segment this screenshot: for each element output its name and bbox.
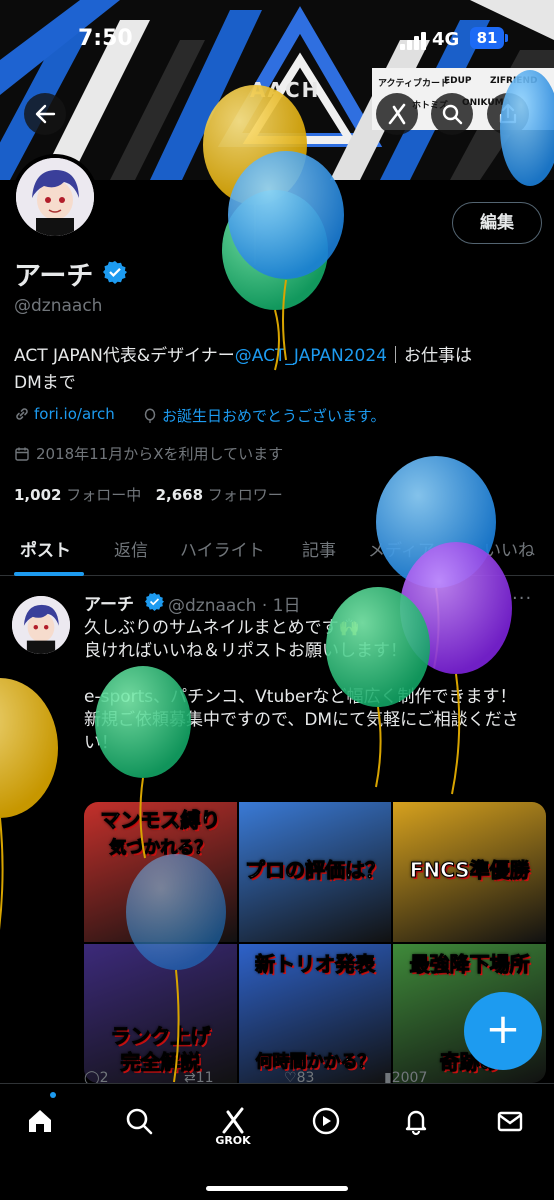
following-link[interactable]: 1,002 フォロー中 [14,486,141,504]
nav-explore[interactable] [119,1101,159,1141]
tab-posts[interactable]: ポスト [20,536,71,561]
compose-post-button[interactable]: + [464,992,542,1070]
post-more-button[interactable]: ··· [512,588,532,609]
active-tab-indicator [14,572,84,576]
profile-bio: ACT JAPAN代表&デザイナー@ACT_JAPAN2024｜お仕事は DMま… [14,343,544,397]
profile-avatar[interactable] [12,154,98,240]
grok-button[interactable] [376,93,418,135]
bottom-navigation: GROK [0,1083,554,1200]
grok-icon [222,1107,244,1134]
mail-icon [497,1111,523,1132]
balloon-icon [228,151,344,361]
thumbnail-caption: FNCS準優勝 [409,858,530,883]
back-arrow-icon [35,104,56,124]
post-text: 久しぶりのサムネイルまとめです🙌 良ければいいね＆リポストお願いします！ e-s… [84,618,519,753]
media-thumbnail[interactable]: ランク上げ 完全解説 [84,943,237,1083]
home-icon [29,1110,51,1132]
edit-profile-button[interactable]: 編集 [452,202,542,244]
followers-label: フォロワー [207,486,283,504]
home-indicator [206,1186,348,1191]
media-thumbnail[interactable]: マンモス縛り 気づかれる？ [84,802,237,942]
followers-link[interactable]: 2,668 フォロワー [156,486,283,504]
profile-handle: @dznaach [14,296,103,316]
bell-icon [405,1110,427,1136]
verified-badge-icon [145,592,164,611]
bio-text: ACT JAPAN代表&デザイナー [14,346,235,366]
bio-text: DMまで [14,373,76,393]
back-button[interactable] [24,93,66,135]
post-author-name[interactable]: アーチ [84,590,134,615]
following-label: フォロー中 [66,486,142,504]
profile-joined: 2018年11月からXを利用しています [14,443,283,464]
post-avatar[interactable] [12,596,70,654]
bio-mention-link[interactable]: @ACT_JAPAN2024 [235,346,387,366]
search-button[interactable] [431,93,473,135]
following-count: 1,002 [14,486,62,504]
calendar-icon [15,447,29,461]
birthday-text[interactable]: お誕生日おめでとうございます。 [162,405,386,426]
play-icon [312,1107,340,1135]
tab-media[interactable]: メディア [368,536,435,561]
profile-display-name: アーチ [14,261,94,292]
nav-messages[interactable] [490,1101,530,1141]
nav-notifications[interactable] [396,1101,436,1141]
profile-tabs: ポスト 返信 ハイライト 記事 メディア いいね [0,520,554,576]
nav-video[interactable] [306,1101,346,1141]
home-notification-dot [50,1092,56,1098]
balloon-icon [0,678,58,930]
link-icon [16,408,28,420]
status-time: 7:50 [78,26,133,51]
tab-highlights[interactable]: ハイライト [180,536,265,561]
status-bar: 7:50 4G 81 [0,0,554,80]
bio-text: ｜お仕事は [386,346,472,366]
post-handle-time: @dznaach · 1日 [168,596,301,616]
network-type: 4G [432,29,460,50]
tab-articles[interactable]: 記事 [302,536,336,561]
thumbnail-caption: 新トリオ発表 [254,951,375,976]
share-button[interactable] [487,93,529,135]
thumbnail-subcaption: 気づかれる？ [109,838,212,859]
verified-badge-icon[interactable] [103,260,127,284]
profile-link[interactable]: fori.io/arch [14,405,115,423]
search-icon [442,104,463,125]
profile-birthday: お誕生日おめでとうございます。 [142,405,386,426]
media-thumbnail[interactable]: プロの評価は？ [238,802,392,942]
nav-home[interactable] [20,1101,60,1141]
balloon-icon [144,407,156,423]
tab-likes[interactable]: いいね [484,536,535,561]
media-thumbnail[interactable]: 新トリオ発表 何時間かかる？ [238,943,392,1083]
thumbnail-caption: 最強降下場所 [409,951,530,976]
thumbnail-caption: マンモス縛り [100,808,221,833]
joined-text: 2018年11月からXを利用しています [36,445,284,463]
banner-title: AACH [250,78,321,102]
followers-count: 2,668 [155,486,204,504]
follow-stats: 1,002 フォロー中 2,668 フォロワー [14,484,283,505]
thumbnail-caption: ランク上げ [110,1023,211,1048]
search-icon [126,1108,153,1135]
profile-link-text[interactable]: fori.io/arch [34,405,115,423]
tab-replies[interactable]: 返信 [114,536,148,561]
thumbnail-caption: プロの評価は？ [244,858,385,883]
grok-label: GROK [215,1134,251,1147]
signal-icon [400,32,426,50]
media-thumbnail[interactable]: FNCS準優勝 [393,802,546,942]
battery-icon: 81 [470,27,508,49]
share-icon [499,103,517,124]
grok-icon [388,103,406,125]
